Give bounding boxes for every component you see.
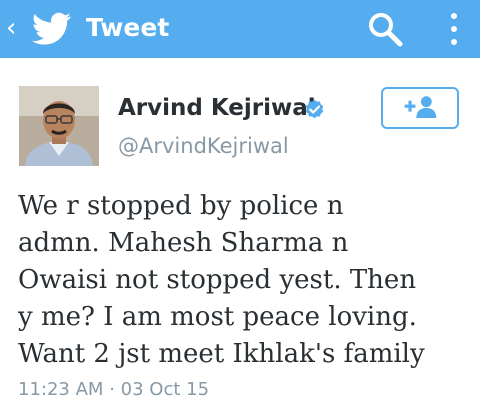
tweet-date: 03 Oct 15 — [120, 379, 210, 400]
author-handle[interactable]: @ArvindKejriwal — [118, 132, 289, 160]
avatar[interactable] — [19, 86, 99, 166]
follow-user-icon — [404, 96, 437, 118]
overflow-menu-icon[interactable] — [440, 9, 468, 49]
tweet-time: 11:23 AM — [18, 379, 104, 400]
tweet-text-line: We r stopped by police n — [18, 191, 344, 221]
author-name[interactable]: Arvind Kejriwal — [118, 93, 316, 123]
tweet-text-line: Want 2 jst meet Ikhlak's family — [18, 339, 425, 369]
follow-button[interactable] — [381, 87, 459, 129]
app-header: ‹ Tweet — [0, 0, 480, 58]
tweet-text-line: Owaisi not stopped yest. Then — [18, 265, 417, 295]
timestamp-separator: · — [109, 379, 115, 400]
tweet-timestamp: 11:23 AM · 03 Oct 15 — [18, 378, 209, 402]
tweet-text-line: admn. Mahesh Sharma n — [18, 228, 349, 258]
tweet-text: We r stopped by police n admn. Mahesh Sh… — [18, 188, 473, 373]
search-icon[interactable] — [366, 10, 404, 48]
twitter-bird-icon[interactable] — [32, 12, 72, 46]
page-title: Tweet — [86, 13, 170, 42]
tweet-text-line: y me? I am most peace loving. — [18, 302, 417, 332]
back-chevron-icon[interactable]: ‹ — [6, 13, 16, 43]
verified-badge-icon — [305, 99, 324, 119]
